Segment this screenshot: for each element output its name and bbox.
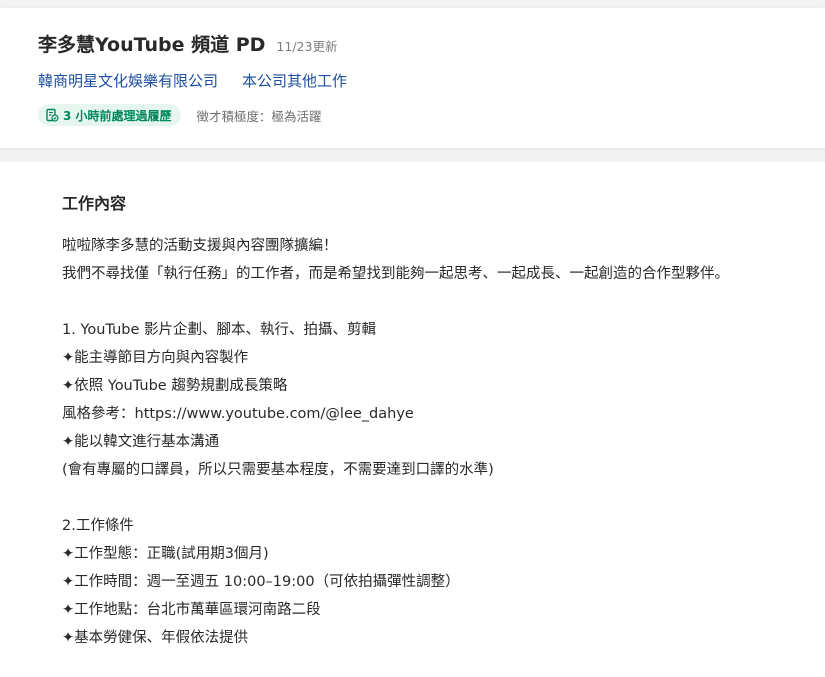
other-jobs-link[interactable]: 本公司其他工作 — [242, 70, 347, 91]
description-line: ✦工作型態：正職(試用期3個月) — [62, 546, 269, 562]
description-line: ✦工作時間：週一至週五 10:00–19:00（可依拍攝彈性調整） — [62, 574, 460, 590]
description-line: ✦依照 YouTube 趨勢規劃成長策略 — [62, 378, 288, 394]
badge-label: 3 小時前處理過履歷 — [63, 108, 172, 123]
job-content-card: 工作內容 啦啦隊李多慧的活動支援與內容團隊擴編！ 我們不尋找僅「執行任務」的工作… — [0, 162, 825, 677]
description-line: ✦能主導節目方向與內容製作 — [62, 350, 249, 366]
badge-row: 3 小時前處理過履歷 徵才積極度：極為活躍 — [38, 104, 322, 126]
description-line: 我們不尋找僅「執行任務」的工作者，而是希望找到能夠一起思考、一起成長、一起創造的… — [62, 266, 729, 282]
title-row: 李多慧YouTube 頻道 PD 11/23更新 — [38, 30, 337, 57]
description-line: ✦基本勞健保、年假依法提供 — [62, 630, 249, 646]
update-date: 11/23更新 — [276, 39, 338, 54]
description-line: ✦工作地點：台北市萬華區環河南路二段 — [62, 602, 321, 618]
company-link[interactable]: 韓商明星文化娛樂有限公司 — [38, 70, 218, 91]
company-row: 韓商明星文化娛樂有限公司 本公司其他工作 — [38, 70, 347, 91]
section-title: 工作內容 — [62, 194, 127, 213]
description-line: 2.工作條件 — [62, 518, 134, 534]
resume-processed-icon — [45, 108, 59, 122]
description-line: ✦能以韓文進行基本溝通 — [62, 434, 220, 450]
description-line: (會有專屬的口譯員，所以只需要基本程度，不需要達到口譯的水準) — [62, 462, 494, 478]
job-description: 啦啦隊李多慧的活動支援與內容團隊擴編！ 我們不尋找僅「執行任務」的工作者，而是希… — [62, 232, 822, 652]
job-title: 李多慧YouTube 頻道 PD — [38, 34, 266, 56]
description-line: 風格參考：https://www.youtube.com/@lee_dahye — [62, 406, 414, 422]
resume-processed-badge: 3 小時前處理過履歷 — [38, 104, 181, 126]
job-header-card: 李多慧YouTube 頻道 PD 11/23更新 韓商明星文化娛樂有限公司 本公… — [0, 8, 825, 148]
description-line: 1. YouTube 影片企劃、腳本、執行、拍攝、剪輯 — [62, 322, 377, 338]
description-line: 啦啦隊李多慧的活動支援與內容團隊擴編！ — [62, 238, 338, 254]
recruit-activity: 徵才積極度：極為活躍 — [196, 108, 322, 124]
